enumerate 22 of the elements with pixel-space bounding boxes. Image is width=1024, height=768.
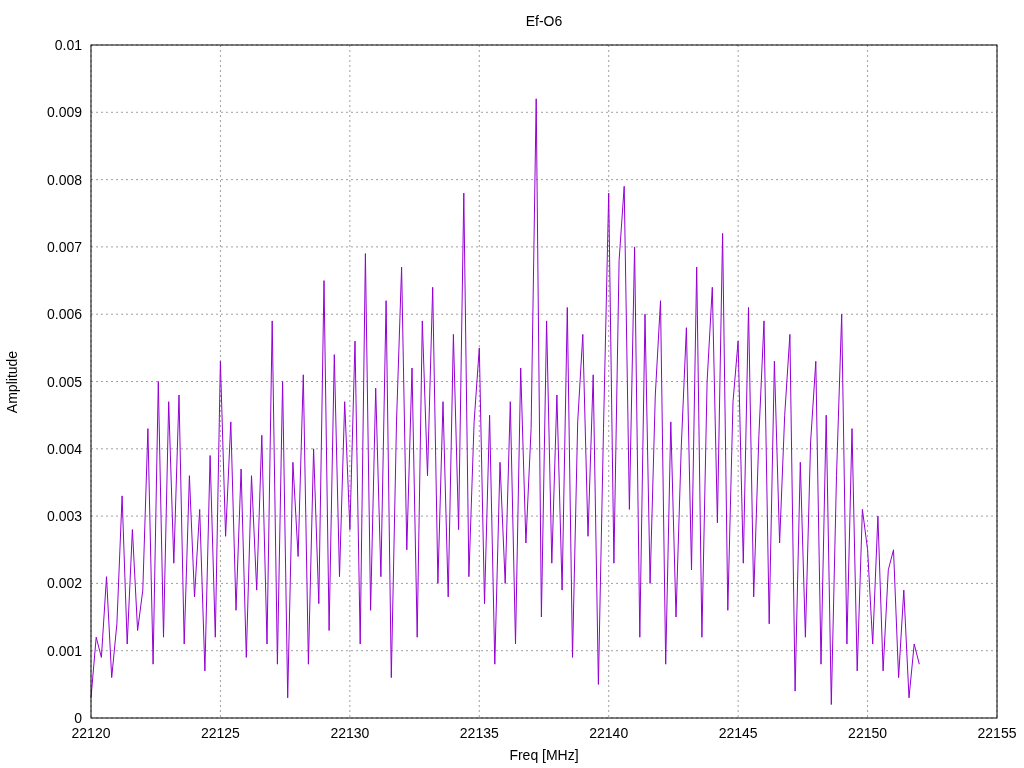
y-tick-label: 0.001 [46, 642, 82, 659]
x-tick-label: 22140 [589, 725, 629, 741]
y-tick-label: 0.008 [46, 171, 82, 188]
y-tick-label: 0.004 [46, 440, 82, 457]
y-tick-label: 0.007 [46, 238, 82, 255]
y-tick-label: 0.002 [46, 575, 82, 592]
y-tick-label: 0.006 [46, 306, 82, 323]
y-tick-label: 0.01 [54, 37, 82, 53]
x-tick-label: 22120 [71, 725, 111, 741]
y-tick-label: 0.009 [46, 104, 82, 121]
y-axis-label: Amplitude [4, 350, 20, 414]
x-tick-label: 22145 [718, 725, 758, 741]
x-tick-label: 22130 [330, 725, 370, 741]
x-tick-label: 22135 [459, 725, 499, 741]
x-tick-label: 22125 [200, 725, 240, 741]
x-tick-label: 22155 [977, 725, 1017, 741]
y-tick-label: 0.003 [46, 508, 82, 525]
x-tick-label: 22150 [848, 725, 888, 741]
chart-title: Ef-O6 [525, 13, 563, 29]
x-axis-label: Freq [MHz] [509, 747, 579, 763]
y-tick-label: 0.005 [46, 373, 82, 390]
y-tick-label: 0 [74, 710, 82, 726]
